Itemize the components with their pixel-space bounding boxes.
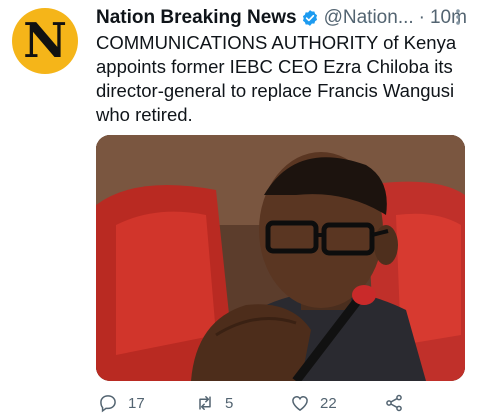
retweet-count: 5	[225, 394, 234, 412]
like-count: 22	[320, 394, 337, 412]
share-button[interactable]	[384, 393, 404, 413]
reply-count: 17	[128, 394, 145, 412]
separator-dot: ·	[418, 7, 425, 28]
tweet-actions: 17 5 22	[96, 392, 468, 414]
reply-icon	[100, 395, 116, 413]
display-name[interactable]: Nation Breaking News	[96, 7, 297, 29]
avatar-logo-letter: N	[23, 13, 67, 69]
photo-of-man-in-red-chairs	[96, 135, 465, 381]
tweet-header: Nation Breaking News @Nation... · 10m	[96, 5, 468, 31]
verified-badge-icon	[302, 10, 317, 26]
avatar[interactable]: N	[12, 8, 78, 74]
retweet-icon	[199, 396, 211, 410]
tweet-photo[interactable]	[96, 135, 465, 381]
user-handle[interactable]: @Nation...	[324, 7, 414, 29]
like-button[interactable]: 22	[290, 393, 337, 413]
tweet-text: COMMUNICATIONS AUTHORITY of Kenya appoin…	[96, 32, 457, 125]
heart-icon	[292, 395, 308, 411]
retweet-button[interactable]: 5	[195, 393, 233, 413]
share-icon	[386, 394, 402, 412]
more-options-icon[interactable]	[448, 7, 468, 27]
reply-button[interactable]: 17	[98, 393, 145, 413]
